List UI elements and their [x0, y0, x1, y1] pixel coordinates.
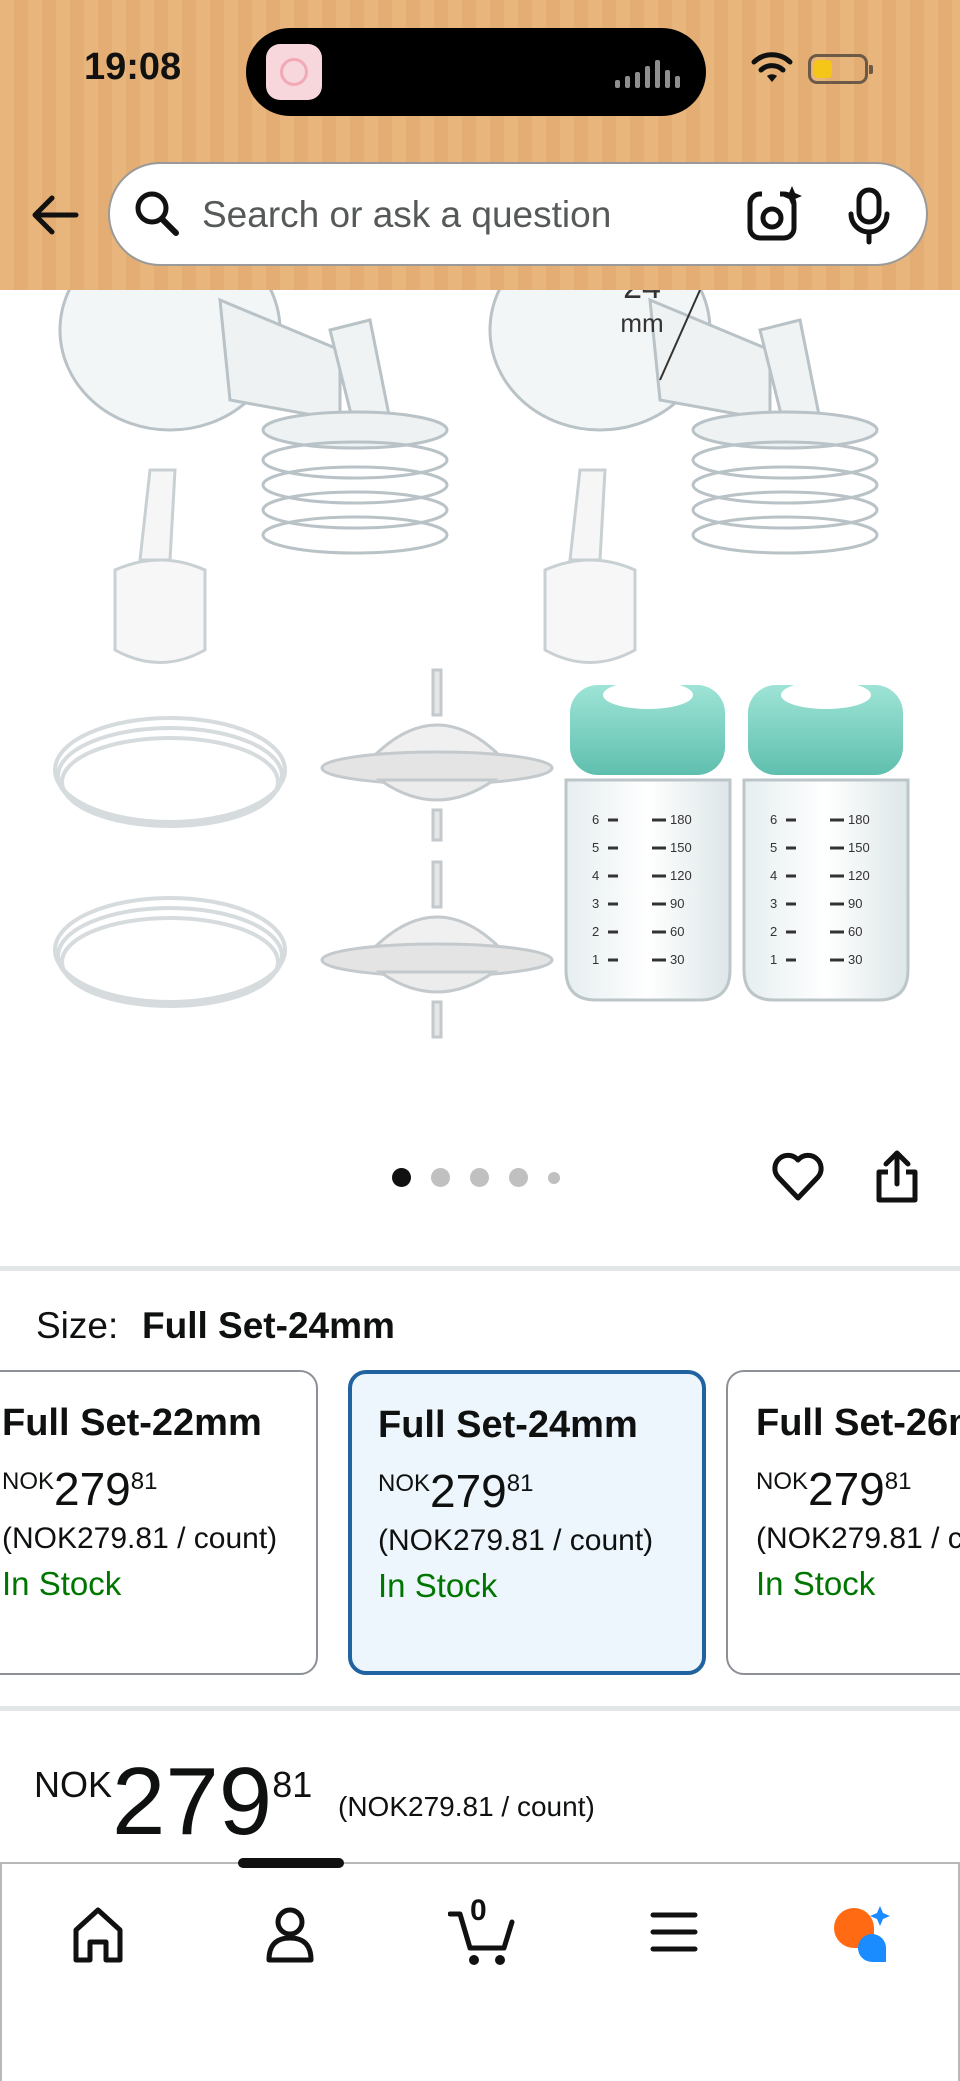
carousel-dot[interactable] [548, 1171, 560, 1184]
home-icon[interactable] [70, 1904, 126, 1966]
battery-icon [808, 54, 873, 84]
variant-title: Full Set-24mm [378, 1404, 638, 1446]
size-label: Size: [36, 1305, 119, 1346]
price-per-unit: (NOK279.81 / count) [338, 1791, 595, 1822]
nav-active-indicator [238, 1858, 344, 1868]
cart-button[interactable]: 0 [448, 1894, 518, 1970]
dynamic-island [246, 28, 706, 116]
carousel-dot[interactable] [470, 1168, 489, 1187]
bottle-oz-mark: 5 [770, 840, 777, 855]
bottle-ml-mark: 90 [848, 896, 862, 911]
bottle-ml-mark: 150 [670, 840, 692, 855]
flange-size-unit: mm [620, 308, 663, 338]
app-header: 19:08 [0, 0, 960, 290]
variant-unit-price: (NOK279.81 / count) [2, 1522, 278, 1555]
image-carousel-dots[interactable] [392, 1168, 560, 1187]
price-whole: 279 [112, 1748, 273, 1855]
cart-icon [448, 1911, 515, 1965]
carousel-dot[interactable] [431, 1168, 450, 1187]
bottle-ml-mark: 120 [670, 868, 692, 883]
share-icon[interactable] [874, 1148, 920, 1206]
bottle-oz-mark: 4 [770, 868, 777, 883]
back-arrow-icon[interactable] [30, 194, 80, 236]
bottle-oz-mark: 4 [592, 868, 599, 883]
status-time: 19:08 [84, 46, 182, 88]
main-price: NOK27981 [34, 1754, 312, 1850]
bottle-ml-mark: 180 [848, 812, 870, 827]
bottom-navigation: 0 [0, 1858, 960, 2081]
price-currency: NOK [34, 1764, 113, 1805]
flange-size-label: 24 [623, 290, 661, 306]
variant-stock-status: In Stock [756, 1565, 876, 1602]
live-activity-app-icon [266, 44, 322, 100]
search-bar[interactable] [108, 162, 928, 266]
rufus-assistant-icon[interactable] [830, 1904, 894, 1966]
variant-option-24mm[interactable]: Full Set-24mm NOK27981 (NOK279.81 / coun… [348, 1370, 706, 1675]
size-selected-value: Full Set-24mm [142, 1305, 395, 1346]
variant-option-26mm[interactable]: Full Set-26mm NOK27981 (NOK279.81 / coun… [726, 1370, 960, 1675]
bottle-ml-mark: 60 [848, 924, 862, 939]
account-icon[interactable] [264, 1904, 316, 1966]
bottle-left [564, 681, 732, 1002]
bottle-ml-mark: 150 [848, 840, 870, 855]
camera-lens-icon[interactable] [746, 184, 804, 244]
bottle-ml-mark: 180 [670, 812, 692, 827]
variant-option-22mm[interactable]: Full Set-22mm NOK27981 (NOK279.81 / coun… [0, 1370, 318, 1675]
variant-unit-price: (NOK279.81 / count) [756, 1522, 960, 1555]
bottle-oz-mark: 1 [770, 952, 777, 967]
bottle-oz-mark: 5 [592, 840, 599, 855]
microphone-icon[interactable] [846, 186, 892, 246]
heart-icon[interactable] [770, 1150, 826, 1204]
bottle-oz-mark: 1 [592, 952, 599, 967]
bottle-oz-mark: 2 [770, 924, 777, 939]
search-input[interactable] [200, 186, 704, 244]
variant-price: NOK27981 [2, 1463, 158, 1515]
bottle-oz-mark: 2 [592, 924, 599, 939]
bottle-ml-mark: 30 [670, 952, 684, 967]
bottle-ml-mark: 120 [848, 868, 870, 883]
variant-stock-status: In Stock [378, 1567, 498, 1604]
section-divider [0, 1266, 960, 1271]
tubing-coils [53, 716, 287, 1008]
duckbill-valve-right [543, 468, 637, 664]
variant-price: NOK27981 [756, 1463, 912, 1515]
bottle-oz-mark: 3 [770, 896, 777, 911]
bottle-ml-mark: 90 [670, 896, 684, 911]
backflow-protectors [320, 668, 554, 1039]
variant-stock-status: In Stock [2, 1565, 122, 1602]
variant-unit-price: (NOK279.81 / count) [378, 1524, 654, 1557]
section-divider [0, 1706, 960, 1711]
duckbill-valve-left [113, 468, 207, 664]
bottle-oz-mark: 6 [770, 812, 777, 827]
wifi-icon [751, 52, 793, 82]
bottle-ml-mark: 30 [848, 952, 862, 967]
carousel-dot[interactable] [392, 1168, 411, 1187]
variant-price: NOK27981 [378, 1465, 534, 1517]
product-image: 24 mm [53, 228, 910, 1039]
carousel-dot[interactable] [509, 1168, 528, 1187]
menu-icon[interactable] [650, 1910, 698, 1954]
price-fraction: 81 [272, 1764, 313, 1805]
flange-left [58, 228, 449, 555]
bottle-ml-mark: 60 [670, 924, 684, 939]
search-icon [135, 191, 179, 236]
bottle-right [742, 681, 910, 1002]
variant-title: Full Set-26mm [756, 1402, 960, 1444]
variant-title: Full Set-22mm [2, 1402, 262, 1444]
flange-right [488, 228, 879, 555]
audio-waveform-icon [615, 58, 680, 88]
bottle-oz-mark: 6 [592, 812, 599, 827]
bottle-oz-mark: 3 [592, 896, 599, 911]
product-image-gallery[interactable]: 24 mm [0, 228, 960, 1170]
